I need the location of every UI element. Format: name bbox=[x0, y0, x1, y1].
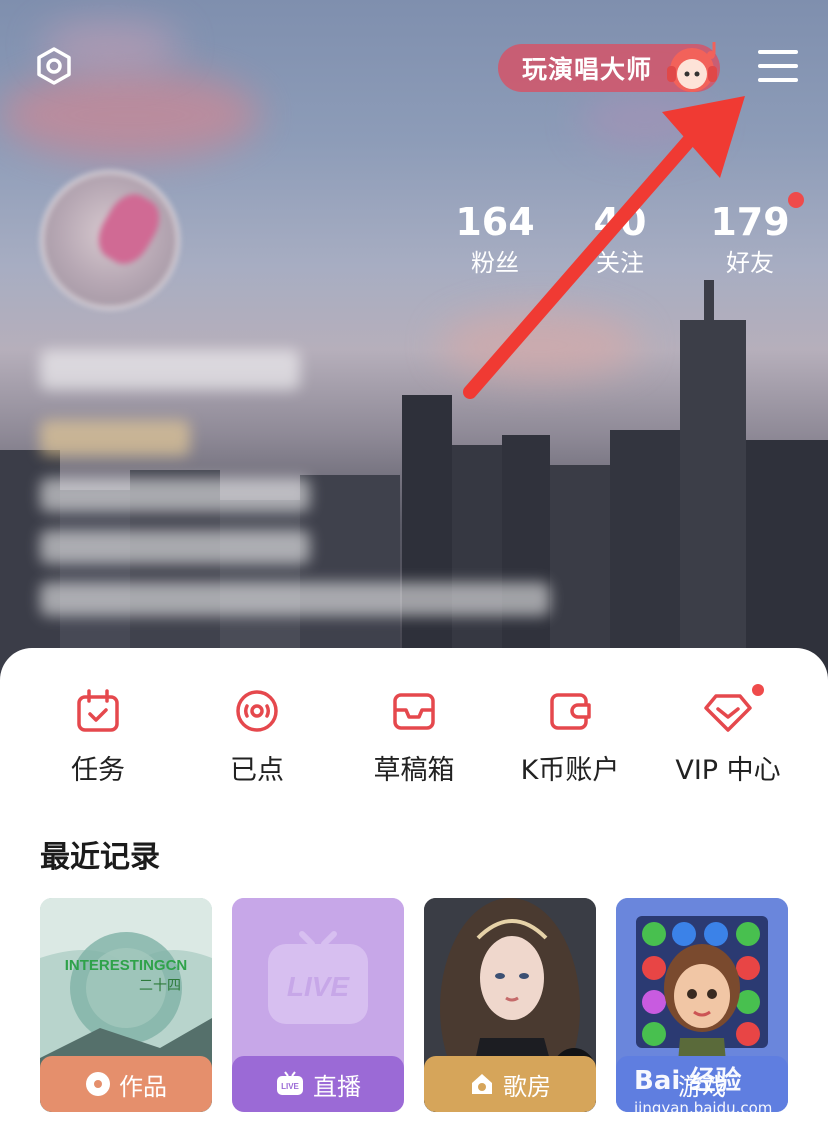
house-icon bbox=[469, 1071, 495, 1097]
card-footer: 歌房 bbox=[424, 1056, 596, 1112]
avatar[interactable] bbox=[40, 170, 180, 310]
recent-card-live[interactable]: LIVE LIVE 直播 bbox=[232, 898, 404, 1112]
tool-task[interactable]: 任务 bbox=[18, 688, 178, 798]
card-footer: 作品 bbox=[40, 1056, 212, 1112]
calendar-check-icon bbox=[77, 689, 119, 732]
svg-text:LIVE: LIVE bbox=[281, 1082, 299, 1091]
tool-vip-center[interactable]: VIP 中心 bbox=[648, 684, 808, 798]
tool-label: 任务 bbox=[71, 755, 125, 786]
recent-card-works[interactable]: INTERESTINGCN 二十四 作品 bbox=[40, 898, 212, 1112]
settings-button[interactable] bbox=[32, 44, 76, 88]
stat-label: 关注 bbox=[596, 249, 644, 277]
baidu-watermark: Bai 经验 jingyan.baidu.com bbox=[634, 1060, 772, 1117]
tool-kcoin-account[interactable]: K币账户 bbox=[490, 688, 650, 798]
tool-drafts[interactable]: 草稿箱 bbox=[334, 688, 494, 798]
disc-icon bbox=[85, 1071, 111, 1097]
menu-icon-bar bbox=[758, 64, 798, 68]
card-label: 直播 bbox=[313, 1072, 361, 1101]
sing-master-label: 玩演唱大师 bbox=[522, 55, 653, 84]
stat-label: 好友 bbox=[726, 249, 774, 277]
tool-label: 草稿箱 bbox=[373, 755, 455, 786]
stat-fans[interactable]: 164 粉丝 bbox=[440, 198, 550, 280]
stat-label: 粉丝 bbox=[471, 249, 519, 277]
works-art-text: INTERESTINGCN bbox=[65, 957, 188, 974]
inbox-icon bbox=[393, 693, 435, 730]
tool-label: K币账户 bbox=[520, 755, 620, 786]
live-art-text: LIVE bbox=[287, 971, 351, 1002]
menu-icon-bar bbox=[758, 50, 798, 54]
stat-value: 164 bbox=[455, 200, 535, 244]
stat-value: 40 bbox=[593, 200, 647, 244]
stat-friends[interactable]: 179 好友 bbox=[695, 198, 805, 280]
works-art-subtext: 二十四 bbox=[139, 978, 181, 994]
stat-following[interactable]: 40 关注 bbox=[565, 198, 675, 280]
tool-label: VIP 中心 bbox=[675, 755, 781, 786]
diamond-heart-icon bbox=[704, 694, 752, 732]
notification-dot bbox=[752, 684, 764, 696]
stat-value: 179 bbox=[710, 200, 790, 244]
watermark-line2: jingyan.baidu.com bbox=[634, 1099, 773, 1117]
vinyl-disc-icon bbox=[236, 690, 278, 732]
tool-label: 已点 bbox=[230, 755, 284, 786]
card-footer: LIVE 直播 bbox=[232, 1056, 404, 1112]
card-label: 歌房 bbox=[503, 1072, 551, 1101]
wallet-icon bbox=[550, 693, 591, 730]
card-label: 作品 bbox=[119, 1072, 167, 1101]
recent-records-title: 最近记录 bbox=[40, 840, 160, 875]
notification-dot bbox=[788, 192, 804, 208]
profile-stats: 164 粉丝 40 关注 179 好友 bbox=[440, 192, 810, 288]
watermark-line1: Bai 经验 bbox=[634, 1066, 742, 1096]
live-tv-icon: LIVE bbox=[275, 1071, 305, 1097]
tool-row: 任务 已点 草稿箱 K币账户 VIP 中心 bbox=[0, 684, 828, 798]
hexagon-settings-icon bbox=[37, 47, 71, 85]
menu-icon-bar bbox=[758, 78, 798, 82]
mascot-icon[interactable] bbox=[664, 38, 726, 98]
tool-ordered[interactable]: 已点 bbox=[177, 688, 337, 798]
menu-button[interactable] bbox=[756, 46, 800, 86]
recent-card-song-room[interactable]: 歌房 bbox=[424, 898, 596, 1112]
profile-cover bbox=[0, 0, 828, 700]
